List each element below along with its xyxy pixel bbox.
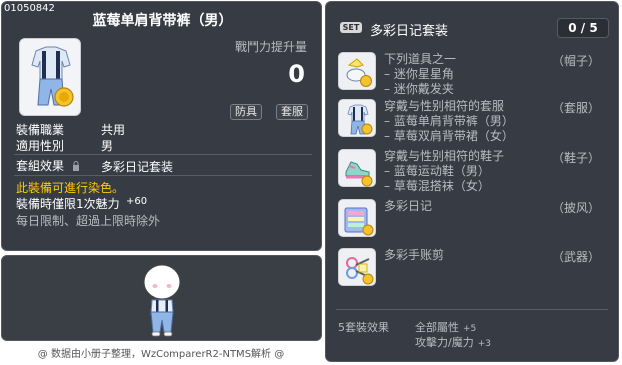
set-item-row[interactable]: 多彩手账剪 （武器）	[338, 248, 610, 290]
set-item-description: 多彩手账剪	[384, 248, 445, 262]
item-icon-frame	[19, 38, 81, 116]
slot-type-label: （武器）	[551, 250, 600, 264]
job-value: 共用	[101, 123, 126, 137]
set-item-description: 穿戴与性别相符的鞋子 – 蓝莓运动鞋（男） – 草莓混搭袜（女）	[384, 149, 505, 193]
item-title: 蓝莓单肩背带裤（男）	[92, 13, 233, 29]
overall-icon	[31, 46, 74, 107]
cape-icon	[344, 207, 374, 236]
dye-note: 此裝備可進行染色。	[16, 181, 125, 195]
slot-icon-frame	[338, 248, 376, 286]
set-bonus-line: 全部屬性 +5	[415, 321, 477, 334]
set-item-row[interactable]: 下列道具之一 – 迷你星星角 – 迷你戴发夹 （帽子）	[338, 52, 610, 98]
set-item-row[interactable]: 多彩日记 （披风）	[338, 199, 610, 241]
power-label: 戰鬥力提升量	[234, 40, 307, 54]
avatar-preview-panel	[1, 255, 322, 341]
slot-icon-frame	[338, 99, 376, 137]
set-name: 多彩日记套装	[370, 24, 449, 39]
category-tag-overall: 套服	[276, 104, 308, 120]
slot-icon-frame	[338, 199, 376, 237]
charm-limit-value: +60	[126, 196, 148, 207]
set-info-panel: SET 多彩日记套装 0 / 5 下列道具之一 – 迷你星星角 – 迷你戴发夹 …	[325, 1, 619, 362]
shoes-icon	[345, 161, 373, 187]
set-badge: SET	[340, 22, 362, 33]
slot-icon-frame	[338, 52, 376, 90]
set-effect-label: 套組效果	[16, 159, 65, 173]
set-bonus-line: 攻擊力/魔力 +3	[415, 336, 491, 349]
set-effect-row: 套組效果	[16, 157, 80, 174]
gender-value: 男	[101, 139, 114, 153]
lock-icon	[72, 161, 79, 171]
charm-limit-label: 裝備時僅限1次魅力	[16, 197, 120, 211]
set-item-description: 穿戴与性别相符的套服 – 蓝莓单肩背带裤（男） – 草莓双肩背带裙（女）	[384, 99, 514, 143]
divider	[14, 175, 312, 176]
slot-type-label: （套服）	[551, 101, 600, 115]
daily-limit-note: 每日限制、超過上限時除外	[16, 214, 161, 228]
set-bonus-label: 5套裝效果	[338, 321, 389, 334]
character-avatar	[143, 264, 181, 337]
mini-hat-icon	[346, 58, 372, 87]
slot-icon-frame	[338, 149, 376, 187]
slot-type-label: （披风）	[551, 201, 600, 215]
divider	[336, 309, 608, 310]
weapon-icon	[346, 257, 374, 285]
source-credit: @ 数据由小册子整理，WzComparerR2-NTMS解析 @	[37, 349, 285, 360]
set-item-description: 下列道具之一 – 迷你星星角 – 迷你戴发夹	[384, 52, 457, 96]
slot-type-label: （帽子）	[551, 54, 600, 68]
job-label: 裝備職業	[16, 123, 65, 137]
power-value: 0	[288, 60, 305, 88]
set-item-description: 多彩日记	[384, 199, 433, 213]
category-tag-armor: 防具	[230, 104, 262, 120]
gender-label: 適用性別	[16, 139, 65, 153]
set-item-row[interactable]: 穿戴与性别相符的套服 – 蓝莓单肩背带裤（男） – 草莓双肩背带裙（女） （套服…	[338, 99, 610, 145]
set-progress-count: 0 / 5	[557, 18, 609, 38]
item-tooltip-panel: 01050842 蓝莓单肩背带裤（男） 戰鬥力提升量 0 防具 套服 裝備職業 …	[1, 1, 322, 251]
slot-type-label: （鞋子）	[551, 151, 600, 165]
divider	[14, 154, 312, 155]
set-effect-value: 多彩日记套装	[101, 160, 174, 174]
set-item-row[interactable]: 穿戴与性别相符的鞋子 – 蓝莓运动鞋（男） – 草莓混搭袜（女） （鞋子）	[338, 149, 610, 195]
overall-icon	[347, 104, 373, 135]
